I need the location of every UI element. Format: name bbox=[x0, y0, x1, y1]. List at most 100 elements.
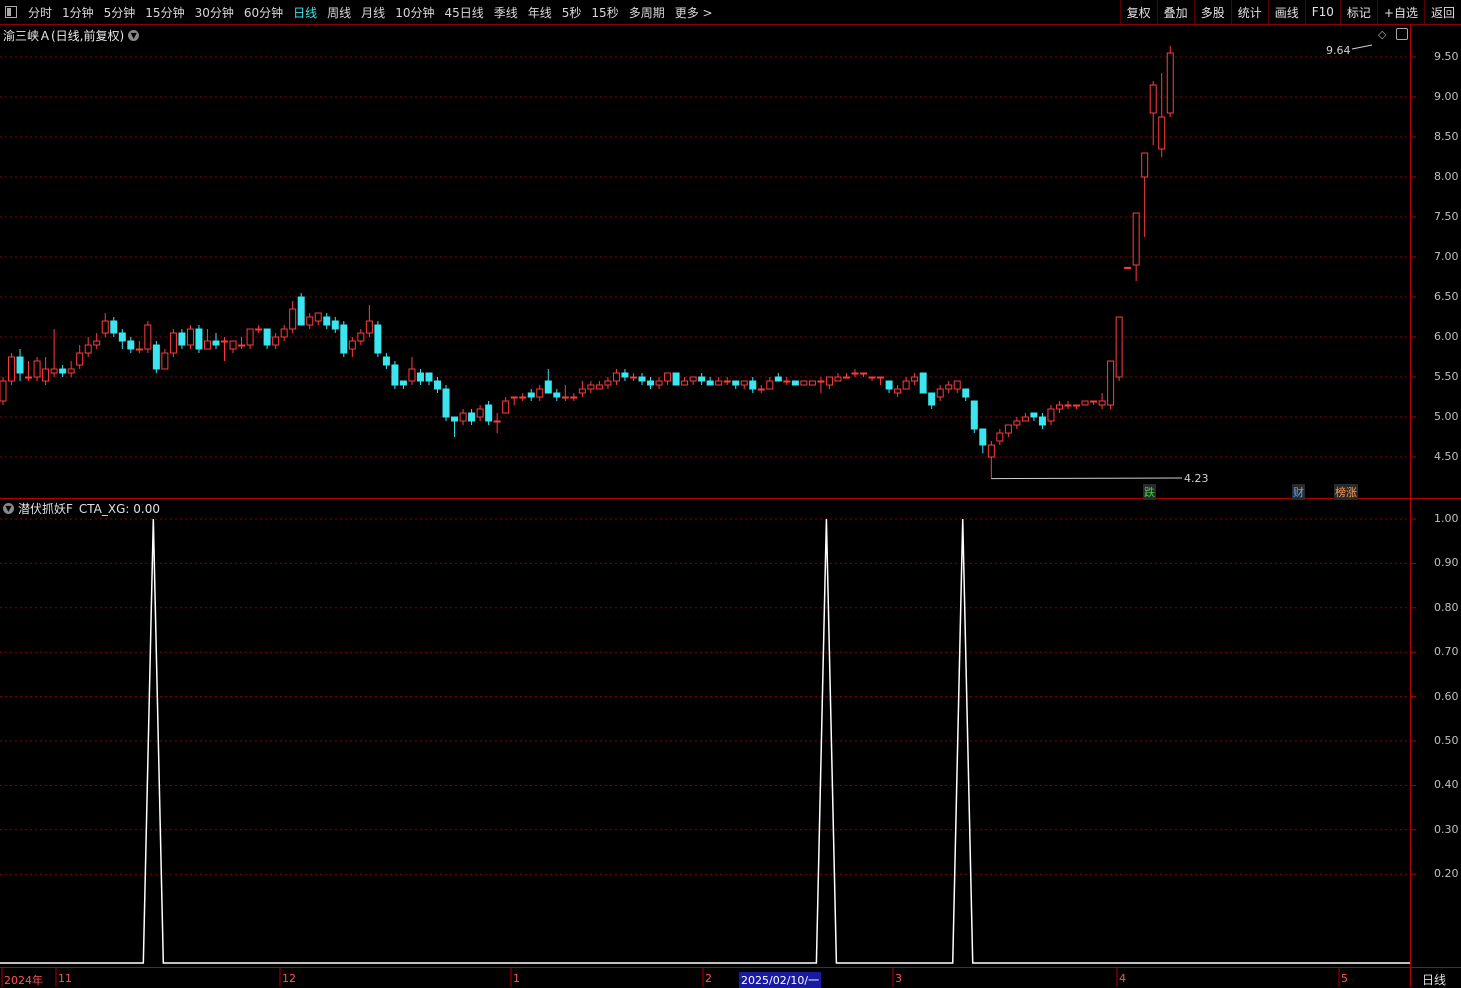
candle[interactable] bbox=[289, 301, 297, 333]
candle[interactable] bbox=[1098, 393, 1106, 409]
candle[interactable] bbox=[314, 312, 322, 325]
candle[interactable] bbox=[127, 337, 135, 353]
candle[interactable] bbox=[851, 369, 859, 377]
candle[interactable] bbox=[612, 369, 620, 385]
candle[interactable] bbox=[911, 373, 919, 385]
candle[interactable] bbox=[229, 340, 237, 353]
candle[interactable] bbox=[1090, 400, 1098, 405]
candle[interactable] bbox=[1055, 401, 1063, 413]
candle[interactable] bbox=[16, 349, 24, 381]
candle[interactable] bbox=[50, 329, 58, 377]
candle[interactable] bbox=[894, 385, 902, 397]
candle[interactable] bbox=[246, 328, 254, 349]
candle[interactable] bbox=[434, 377, 442, 393]
indicator-panel-title[interactable]: ▼ 潜伏抓妖F CTA_XG: 0.00 bbox=[3, 500, 160, 517]
candle[interactable] bbox=[698, 373, 706, 385]
candle[interactable] bbox=[928, 392, 936, 409]
candle[interactable] bbox=[357, 329, 365, 345]
candle[interactable] bbox=[842, 373, 850, 379]
candle[interactable] bbox=[664, 372, 672, 385]
candle[interactable] bbox=[774, 373, 782, 382]
candle[interactable] bbox=[945, 381, 953, 393]
event-badge[interactable]: 榜涨 bbox=[1334, 484, 1358, 500]
candle[interactable] bbox=[1081, 400, 1089, 406]
event-badge[interactable]: 财 bbox=[1292, 484, 1305, 500]
event-badge[interactable]: 跌 bbox=[1143, 484, 1156, 500]
candle[interactable] bbox=[485, 401, 493, 425]
candle[interactable] bbox=[348, 337, 356, 357]
candle[interactable] bbox=[459, 409, 467, 425]
candle[interactable] bbox=[238, 337, 246, 349]
candle[interactable] bbox=[476, 405, 484, 421]
candle[interactable] bbox=[263, 328, 271, 349]
candle[interactable] bbox=[587, 381, 595, 393]
candle[interactable] bbox=[595, 381, 603, 390]
candle[interactable] bbox=[1132, 212, 1140, 281]
candle[interactable] bbox=[987, 441, 995, 479]
candle[interactable] bbox=[783, 377, 791, 385]
candle[interactable] bbox=[1124, 266, 1132, 269]
candle[interactable] bbox=[1158, 73, 1166, 157]
candle[interactable] bbox=[221, 337, 229, 361]
candle[interactable] bbox=[510, 396, 518, 405]
candle[interactable] bbox=[186, 325, 194, 349]
candle[interactable] bbox=[391, 361, 399, 389]
candle[interactable] bbox=[1141, 152, 1149, 237]
candle[interactable] bbox=[689, 376, 697, 385]
candle[interactable] bbox=[791, 380, 799, 386]
candle[interactable] bbox=[953, 380, 961, 393]
candle[interactable] bbox=[340, 321, 348, 357]
candle[interactable] bbox=[374, 321, 382, 357]
candle[interactable] bbox=[101, 313, 109, 337]
candle[interactable] bbox=[203, 329, 211, 350]
candle[interactable] bbox=[331, 317, 339, 333]
candle[interactable] bbox=[416, 369, 424, 385]
candle[interactable] bbox=[808, 380, 816, 386]
candle[interactable] bbox=[212, 333, 220, 349]
candle[interactable] bbox=[706, 377, 714, 386]
candle[interactable] bbox=[1073, 404, 1081, 409]
candle[interactable] bbox=[1030, 412, 1038, 421]
candle[interactable] bbox=[399, 380, 407, 389]
candle[interactable] bbox=[178, 329, 186, 349]
candle[interactable] bbox=[297, 293, 305, 326]
candle[interactable] bbox=[255, 325, 263, 333]
candle[interactable] bbox=[723, 377, 731, 385]
candle[interactable] bbox=[59, 365, 67, 377]
candle[interactable] bbox=[1107, 360, 1115, 409]
candle[interactable] bbox=[118, 329, 126, 349]
candle[interactable] bbox=[519, 393, 527, 401]
candle[interactable] bbox=[604, 377, 612, 389]
candle[interactable] bbox=[578, 381, 586, 397]
candle[interactable] bbox=[766, 377, 774, 390]
candle[interactable] bbox=[408, 357, 416, 385]
candle[interactable] bbox=[1038, 413, 1046, 429]
candle[interactable] bbox=[749, 377, 757, 393]
candle[interactable] bbox=[84, 337, 92, 357]
candle[interactable] bbox=[655, 377, 663, 389]
candle[interactable] bbox=[468, 409, 476, 425]
candle[interactable] bbox=[536, 385, 544, 401]
candle[interactable] bbox=[93, 333, 101, 349]
candle[interactable] bbox=[757, 385, 765, 393]
candle[interactable] bbox=[144, 321, 152, 353]
candle[interactable] bbox=[67, 361, 75, 377]
candle[interactable] bbox=[1115, 316, 1123, 381]
candle[interactable] bbox=[672, 372, 680, 386]
candle[interactable] bbox=[33, 357, 41, 381]
candle[interactable] bbox=[970, 400, 978, 433]
candle[interactable] bbox=[8, 353, 16, 385]
chevron-down-icon[interactable]: ▼ bbox=[3, 503, 14, 514]
candle[interactable] bbox=[885, 380, 893, 393]
candle[interactable] bbox=[365, 305, 373, 337]
candle[interactable] bbox=[1047, 405, 1055, 425]
candle[interactable] bbox=[1149, 81, 1157, 145]
candle[interactable] bbox=[919, 372, 927, 394]
candle[interactable] bbox=[169, 329, 177, 357]
candle[interactable] bbox=[715, 377, 723, 386]
candle[interactable] bbox=[996, 429, 1004, 445]
candle[interactable] bbox=[493, 413, 501, 433]
panel-separator[interactable] bbox=[0, 498, 1461, 499]
candle[interactable] bbox=[1064, 401, 1072, 409]
chevron-down-icon[interactable]: ▼ bbox=[128, 30, 140, 41]
